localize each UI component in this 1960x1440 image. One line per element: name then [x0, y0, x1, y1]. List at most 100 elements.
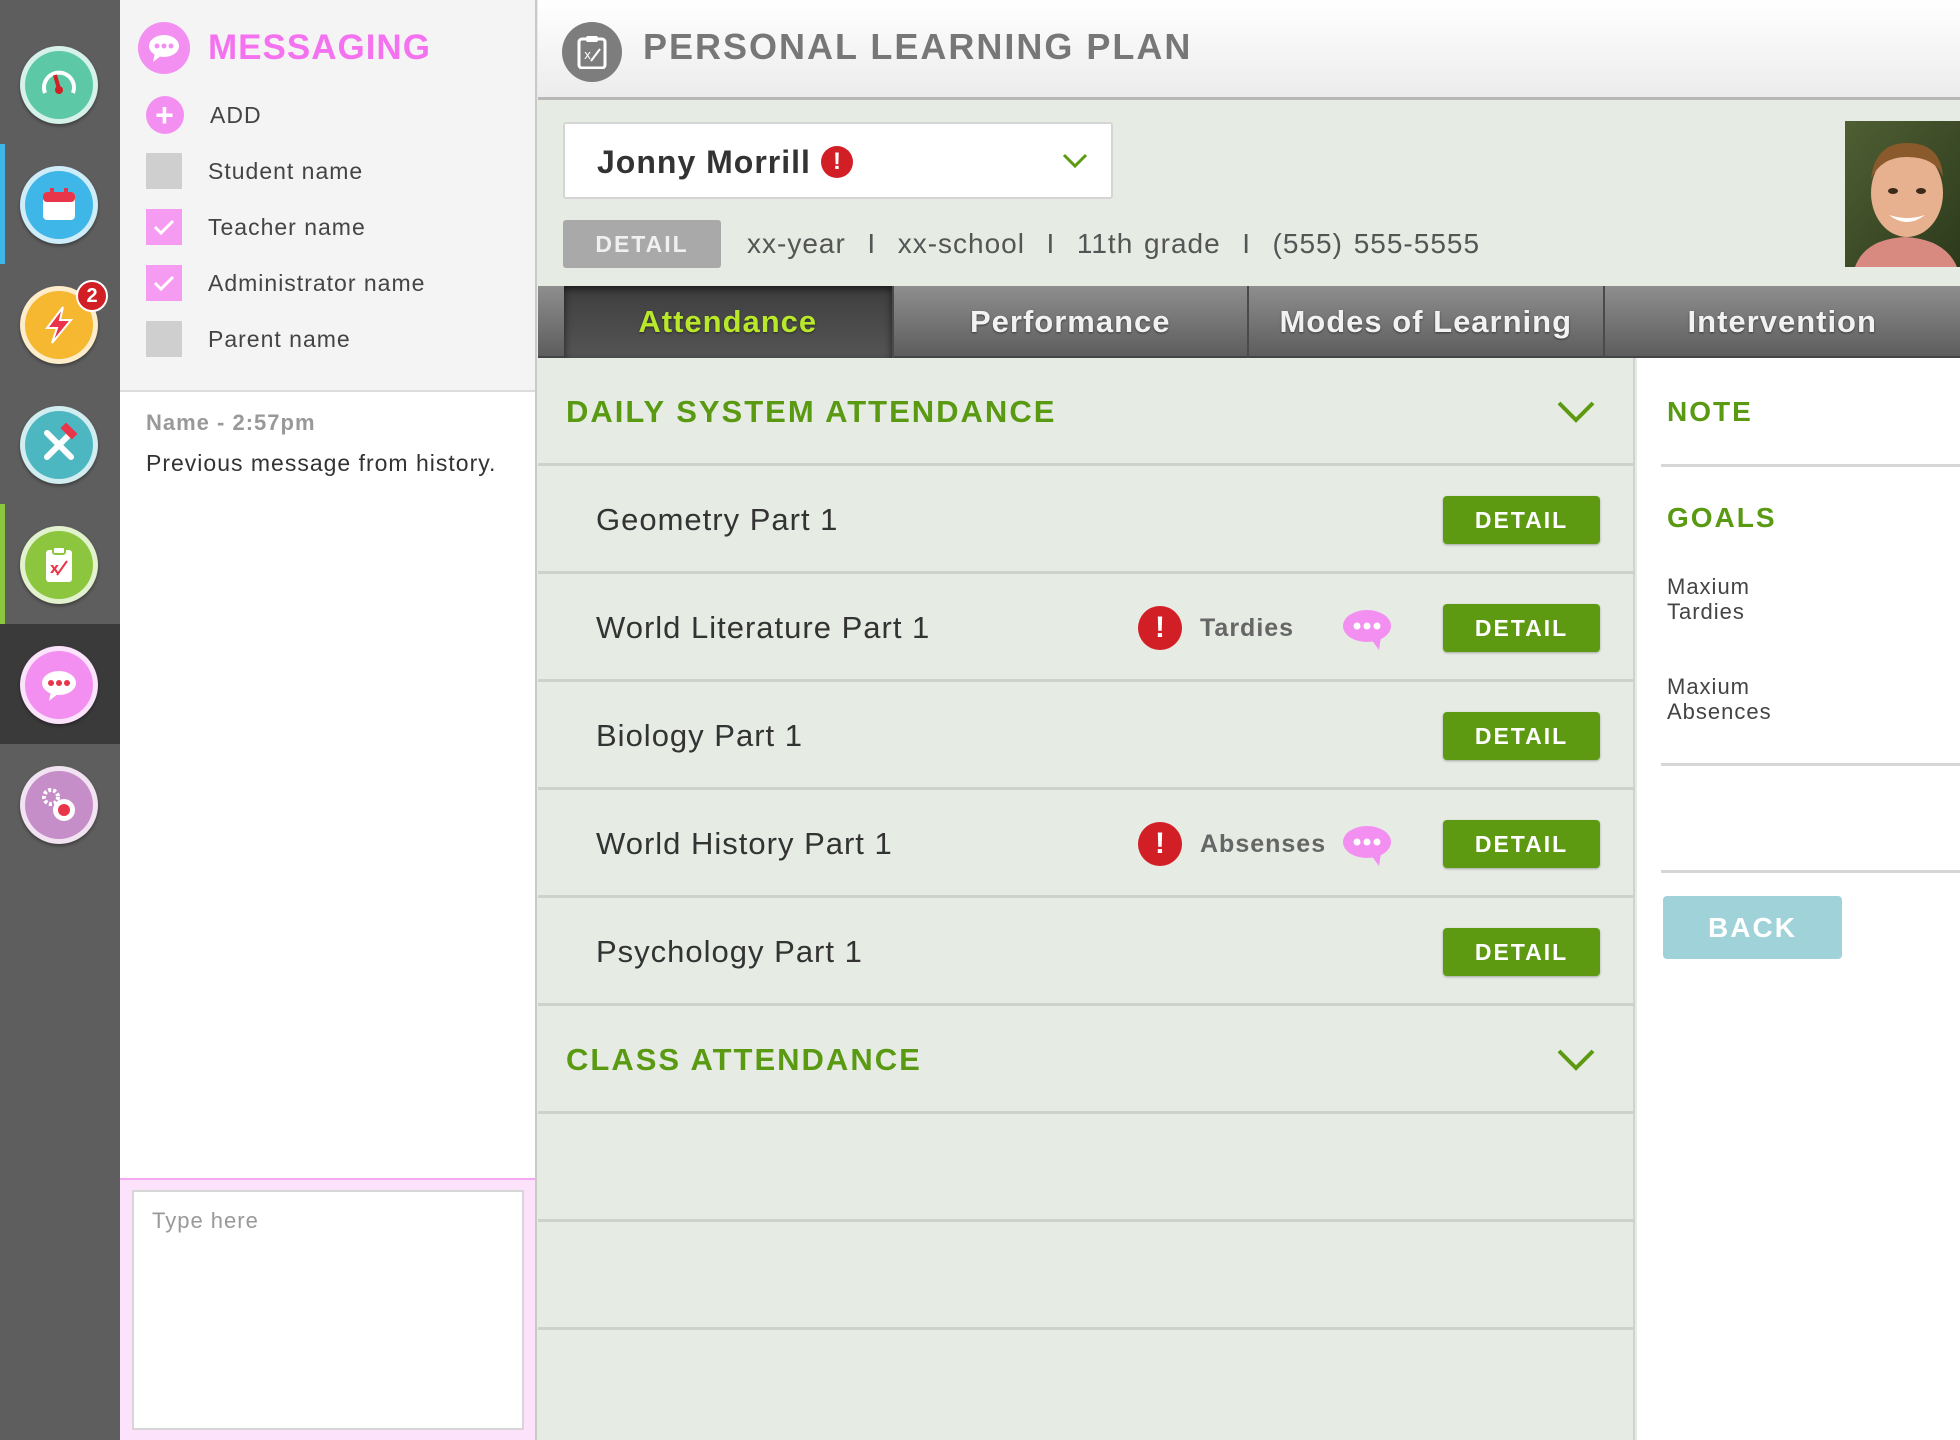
goal-text: Absences — [1667, 699, 1772, 724]
course-name: World History Part 1 — [596, 826, 893, 861]
nav-learning-plan[interactable]: x — [0, 504, 120, 624]
add-recipient-button[interactable]: + ADD — [146, 96, 262, 134]
recipient-administrator[interactable]: Administrator name — [146, 265, 425, 301]
chat-bubble-icon — [20, 646, 98, 724]
recipient-parent[interactable]: Parent name — [146, 321, 351, 357]
tab-performance[interactable]: Performance — [894, 286, 1250, 358]
nav-rail: 2 x — [0, 0, 120, 1440]
recipient-label: Administrator name — [208, 269, 426, 296]
messaging-header: MESSAGING + ADD Student name Teacher nam… — [120, 0, 535, 392]
recipient-student[interactable]: Student name — [146, 153, 363, 189]
attendance-row: World History Part 1 ! Absenses DETAIL — [538, 790, 1635, 898]
warning-absences: ! Absenses — [1138, 822, 1326, 866]
nav-dashboard[interactable] — [0, 24, 120, 144]
chat-bubble-icon — [138, 22, 190, 74]
detail-button[interactable]: DETAIL — [1443, 928, 1600, 976]
back-button[interactable]: BACK — [1663, 896, 1842, 959]
add-label: ADD — [210, 101, 262, 128]
check-icon — [153, 275, 175, 292]
goals-label: GOALS — [1667, 502, 1777, 533]
student-avatar — [1845, 121, 1960, 267]
attendance-row: Geometry Part 1 DETAIL — [538, 466, 1635, 574]
side-panel: NOTE GOALS Maxium Tardies Maxium Absence… — [1637, 358, 1960, 1440]
student-name: Jonny Morrill — [597, 144, 811, 180]
note-label: NOTE — [1667, 396, 1753, 427]
attendance-row: World Literature Part 1 ! Tardies DETAIL — [538, 574, 1635, 682]
page-header: x PERSONAL LEARNING PLAN — [538, 0, 1960, 100]
chat-bubble-icon[interactable] — [1341, 607, 1393, 651]
notification-badge: 2 — [76, 280, 108, 312]
goal-text: Tardies — [1667, 599, 1745, 624]
section-title: CLASS ATTENDANCE — [566, 1042, 922, 1077]
attendance-row: Psychology Part 1 DETAIL — [538, 898, 1635, 1006]
tab-bar: Attendance Performance Modes of Learning… — [538, 286, 1960, 358]
gauge-icon — [20, 46, 98, 124]
student-info-text: xx-year I xx-school I 11th grade I (555)… — [747, 228, 1481, 259]
divider — [1661, 763, 1960, 766]
course-name: World Literature Part 1 — [596, 610, 931, 645]
chat-bubble-icon[interactable] — [1341, 823, 1393, 867]
messaging-panel: MESSAGING + ADD Student name Teacher nam… — [120, 0, 537, 1440]
recipient-label: Teacher name — [208, 213, 366, 240]
message-input[interactable] — [132, 1190, 524, 1430]
alert-icon: ! — [1138, 822, 1182, 866]
message-body: Previous message from history. — [146, 450, 497, 476]
student-dropdown[interactable]: Jonny Morrill ! — [563, 122, 1113, 199]
goal-text: Maxium — [1667, 674, 1751, 699]
chevron-down-icon — [1062, 153, 1088, 169]
nav-settings[interactable] — [0, 744, 120, 864]
student-detail-button[interactable]: DETAIL — [563, 220, 721, 268]
warning-tardies: ! Tardies — [1138, 606, 1294, 650]
administrator-checkbox[interactable] — [146, 265, 182, 301]
tab-intervention[interactable]: Intervention — [1605, 286, 1960, 358]
detail-button[interactable]: DETAIL — [1443, 712, 1600, 760]
warning-label: Tardies — [1200, 613, 1295, 642]
nav-messaging[interactable] — [0, 624, 120, 744]
teacher-checkbox[interactable] — [146, 209, 182, 245]
message-meta: Name - 2:57pm — [146, 410, 316, 435]
alert-icon: ! — [821, 146, 853, 178]
recipient-label: Student name — [208, 157, 364, 184]
nav-alerts[interactable]: 2 — [0, 264, 120, 384]
clipboard-plan-icon: x — [562, 22, 622, 82]
goal-max-absences: Maxium Absences — [1667, 674, 1772, 724]
empty-row — [538, 1222, 1635, 1330]
tab-attendance[interactable]: Attendance — [564, 286, 894, 358]
check-icon — [153, 219, 175, 236]
course-name: Geometry Part 1 — [596, 502, 839, 537]
tab-modes-of-learning[interactable]: Modes of Learning — [1249, 286, 1605, 358]
parent-checkbox[interactable] — [146, 321, 182, 357]
nav-calendar[interactable] — [0, 144, 120, 264]
empty-row — [538, 1114, 1635, 1222]
warning-label: Absenses — [1200, 829, 1327, 858]
detail-button[interactable]: DETAIL — [1443, 604, 1600, 652]
message-history: Name - 2:57pm Previous message from hist… — [146, 410, 496, 477]
attendance-list: DAILY SYSTEM ATTENDANCE Geometry Part 1 … — [538, 358, 1635, 1440]
course-name: Biology Part 1 — [596, 718, 803, 753]
detail-button[interactable]: DETAIL — [1443, 820, 1600, 868]
section-title: DAILY SYSTEM ATTENDANCE — [566, 394, 1057, 429]
student-info-row: DETAIL xx-year I xx-school I 11th grade … — [563, 220, 1480, 268]
goal-text: Maxium — [1667, 574, 1751, 599]
course-name: Psychology Part 1 — [596, 934, 863, 969]
nav-tools[interactable] — [0, 384, 120, 504]
chevron-down-icon — [1557, 401, 1595, 423]
recipient-label: Parent name — [208, 325, 351, 352]
add-icon: + — [146, 96, 184, 134]
daily-attendance-header[interactable]: DAILY SYSTEM ATTENDANCE — [538, 358, 1635, 466]
compose-area — [120, 1178, 535, 1440]
recipient-teacher[interactable]: Teacher name — [146, 209, 366, 245]
divider — [1661, 870, 1960, 873]
messaging-title-text: MESSAGING — [208, 28, 431, 67]
svg-text:x: x — [584, 48, 591, 62]
tools-icon — [20, 406, 98, 484]
student-checkbox[interactable] — [146, 153, 182, 189]
calendar-icon — [20, 166, 98, 244]
alert-icon: ! — [1138, 606, 1182, 650]
chevron-down-icon — [1557, 1049, 1595, 1071]
attendance-row: Biology Part 1 DETAIL — [538, 682, 1635, 790]
divider — [1661, 464, 1960, 467]
messaging-title: MESSAGING — [138, 22, 431, 74]
class-attendance-header[interactable]: CLASS ATTENDANCE — [538, 1006, 1635, 1114]
detail-button[interactable]: DETAIL — [1443, 496, 1600, 544]
